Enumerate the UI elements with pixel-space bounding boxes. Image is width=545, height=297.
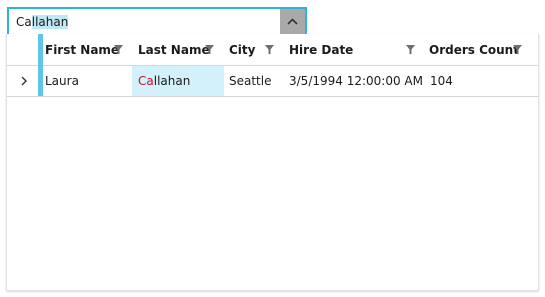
column-header-city[interactable]: City bbox=[229, 34, 255, 65]
grid-header-row: First Name Last Name City Hire Date Orde… bbox=[7, 34, 538, 66]
cell-text: 104 bbox=[430, 74, 453, 88]
chevron-up-icon bbox=[287, 18, 298, 25]
combobox-typed-text: Ca bbox=[16, 15, 32, 29]
column-header-label: Last Name bbox=[138, 42, 210, 57]
column-header-hire-date[interactable]: Hire Date bbox=[289, 34, 353, 65]
cell-text: llahan bbox=[153, 74, 191, 88]
cell-hire-date[interactable]: 3/5/1994 12:00:00 AM bbox=[289, 66, 423, 96]
cell-match-text: Ca bbox=[138, 74, 154, 88]
cell-last-name[interactable]: Ca llahan bbox=[132, 66, 224, 96]
column-header-first-name[interactable]: First Name bbox=[45, 34, 119, 65]
column-header-label: City bbox=[229, 42, 256, 57]
cell-text: 3/5/1994 12:00:00 AM bbox=[289, 74, 423, 88]
column-header-last-name[interactable]: Last Name bbox=[138, 34, 210, 65]
cell-city[interactable]: Seattle bbox=[229, 66, 271, 96]
autocomplete-combobox[interactable]: Callahan bbox=[7, 7, 307, 36]
cell-text: Laura bbox=[45, 74, 79, 88]
cell-text: Seattle bbox=[229, 74, 272, 88]
column-header-label: First Name bbox=[45, 42, 120, 57]
row-indicator-bar bbox=[38, 34, 43, 96]
filter-icon[interactable] bbox=[513, 45, 522, 54]
filter-icon[interactable] bbox=[265, 45, 274, 54]
combobox-input[interactable]: Callahan bbox=[16, 14, 69, 30]
filter-icon[interactable] bbox=[205, 45, 214, 54]
data-grid: First Name Last Name City Hire Date Orde… bbox=[6, 34, 539, 291]
cell-first-name[interactable]: Laura bbox=[45, 66, 79, 96]
column-header-label: Orders Count bbox=[429, 42, 519, 57]
combobox-autocomplete-suggestion: llahan bbox=[31, 15, 69, 29]
filter-icon[interactable] bbox=[114, 45, 123, 54]
table-row[interactable]: Laura Ca llahan Seattle 3/5/1994 12:00:00… bbox=[7, 66, 538, 97]
chevron-right-icon[interactable] bbox=[17, 74, 31, 88]
dropdown-toggle-button[interactable] bbox=[280, 9, 305, 34]
filter-icon[interactable] bbox=[406, 45, 415, 54]
column-header-orders-count[interactable]: Orders Count bbox=[429, 34, 519, 65]
cell-orders-count[interactable]: 104 bbox=[430, 66, 453, 96]
column-header-label: Hire Date bbox=[289, 42, 354, 57]
